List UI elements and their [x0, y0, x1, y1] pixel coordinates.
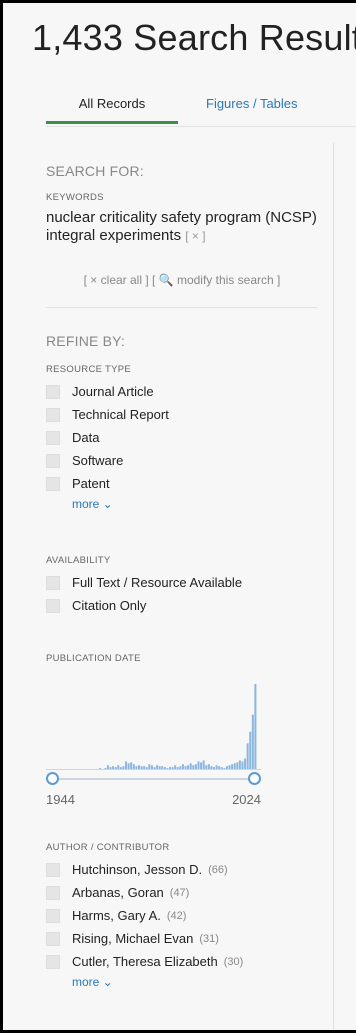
date-range-years: 1944 2024 — [46, 792, 261, 808]
histogram-bar — [236, 762, 239, 770]
availability-label: AVAILABILITY — [46, 555, 111, 566]
checkbox[interactable] — [46, 885, 60, 900]
author-count: (47) — [169, 886, 190, 899]
histogram-bar — [202, 760, 205, 770]
filter-label: Journal Article — [72, 384, 154, 399]
histogram-bar — [249, 731, 252, 770]
slider-track — [52, 778, 255, 780]
filter-patent[interactable]: Patent — [46, 472, 318, 495]
search-actions: [ × clear all ] [ 🔍 modify this search ] — [46, 273, 318, 287]
end-year: 2024 — [232, 792, 261, 807]
filter-author[interactable]: Arbanas, Goran (47) — [46, 881, 318, 904]
filter-data[interactable]: Data — [46, 426, 318, 449]
author-count: (42) — [166, 909, 187, 922]
resource-type-label: RESOURCE TYPE — [46, 364, 132, 375]
histogram-bar — [241, 761, 244, 770]
checkbox[interactable] — [46, 453, 60, 468]
page-title: 1,433 Search Results — [32, 17, 356, 58]
histogram-bar — [127, 763, 130, 770]
keywords-value: nuclear criticality safety program (NCSP… — [46, 209, 318, 245]
histogram-bar — [244, 758, 247, 770]
checkbox[interactable] — [46, 476, 60, 491]
keywords-text: nuclear criticality safety program (NCSP… — [46, 209, 317, 244]
remove-keyword-button[interactable]: [ × ] — [185, 229, 205, 243]
section-divider — [46, 307, 318, 308]
author-name: Cutler, Theresa Elizabeth — [72, 954, 218, 969]
resource-type-list: Journal Article Technical Report Data So… — [46, 380, 318, 495]
filter-label: Full Text / Resource Available — [72, 575, 243, 590]
histogram-bar — [238, 760, 241, 770]
histogram-bar — [200, 762, 203, 770]
checkbox[interactable] — [46, 575, 60, 590]
slider-start-handle[interactable] — [46, 772, 59, 785]
filter-author[interactable]: Cutler, Theresa Elizabeth (30) — [46, 950, 318, 973]
modify-search-button[interactable]: [ 🔍 modify this search ] — [152, 273, 280, 287]
filter-citation-only[interactable]: Citation Only — [46, 594, 318, 617]
author-name: Arbanas, Goran — [72, 885, 164, 900]
clear-all-button[interactable]: [ × clear all ] — [84, 273, 149, 287]
tab-figures-tables[interactable]: Figures / Tables — [206, 96, 298, 124]
date-range-slider[interactable] — [46, 772, 261, 786]
histogram-bar — [197, 761, 200, 770]
histogram-bar — [251, 714, 254, 770]
filter-label: Citation Only — [72, 598, 147, 613]
tab-all-records[interactable]: All Records — [46, 96, 178, 124]
author-label: AUTHOR / CONTRIBUTOR — [46, 842, 170, 853]
checkbox[interactable] — [46, 407, 60, 422]
filter-author[interactable]: Rising, Michael Evan (31) — [46, 927, 318, 950]
results-tabs: All Records Figures / Tables — [46, 96, 321, 124]
sidebar-divider — [333, 143, 334, 1030]
histogram-bar — [189, 763, 192, 770]
histogram-svg — [46, 684, 261, 770]
checkbox[interactable] — [46, 384, 60, 399]
page-frame: 1,433 Search Results All Records Figures… — [0, 0, 356, 1033]
resource-type-more-link[interactable]: more ⌄ — [72, 497, 113, 511]
checkbox[interactable] — [46, 954, 60, 969]
filter-label: Software — [72, 453, 124, 468]
slider-end-handle[interactable] — [248, 772, 261, 785]
filter-author[interactable]: Harms, Gary A. (42) — [46, 904, 318, 927]
publication-date-histogram — [46, 680, 261, 770]
filter-label: Patent — [72, 476, 110, 491]
filter-full-text[interactable]: Full Text / Resource Available — [46, 571, 318, 594]
filter-software[interactable]: Software — [46, 449, 318, 472]
tabs-divider — [46, 126, 356, 127]
histogram-bar — [125, 761, 128, 770]
filter-label: Data — [72, 430, 100, 445]
author-count: (66) — [208, 863, 228, 876]
filter-technical-report[interactable]: Technical Report — [46, 403, 318, 426]
author-more-link[interactable]: more ⌄ — [72, 975, 113, 989]
author-count: (31) — [199, 932, 219, 945]
refine-by-heading: REFINE BY: — [46, 333, 126, 349]
checkbox[interactable] — [46, 598, 60, 613]
histogram-bar — [233, 763, 236, 770]
checkbox[interactable] — [46, 931, 60, 946]
filter-label: Technical Report — [72, 407, 169, 422]
checkbox[interactable] — [46, 430, 60, 445]
filter-sidebar: SEARCH FOR: KEYWORDS nuclear criticality… — [46, 163, 318, 991]
search-for-heading: SEARCH FOR: — [46, 163, 144, 179]
filter-author[interactable]: Hutchinson, Jesson D. (66) — [46, 858, 318, 881]
histogram-bar — [254, 684, 257, 770]
filter-journal-article[interactable]: Journal Article — [46, 380, 318, 403]
keywords-label: KEYWORDS — [46, 192, 104, 203]
author-name: Harms, Gary A. — [72, 908, 161, 923]
histogram-bar — [246, 743, 249, 770]
author-name: Hutchinson, Jesson D. — [72, 862, 203, 877]
publication-date-label: PUBLICATION DATE — [46, 653, 141, 664]
histogram-bar — [130, 762, 133, 770]
checkbox[interactable] — [46, 908, 60, 923]
author-count: (30) — [223, 955, 244, 968]
start-year: 1944 — [46, 792, 75, 807]
checkbox[interactable] — [46, 862, 60, 877]
author-name: Rising, Michael Evan — [72, 931, 194, 946]
